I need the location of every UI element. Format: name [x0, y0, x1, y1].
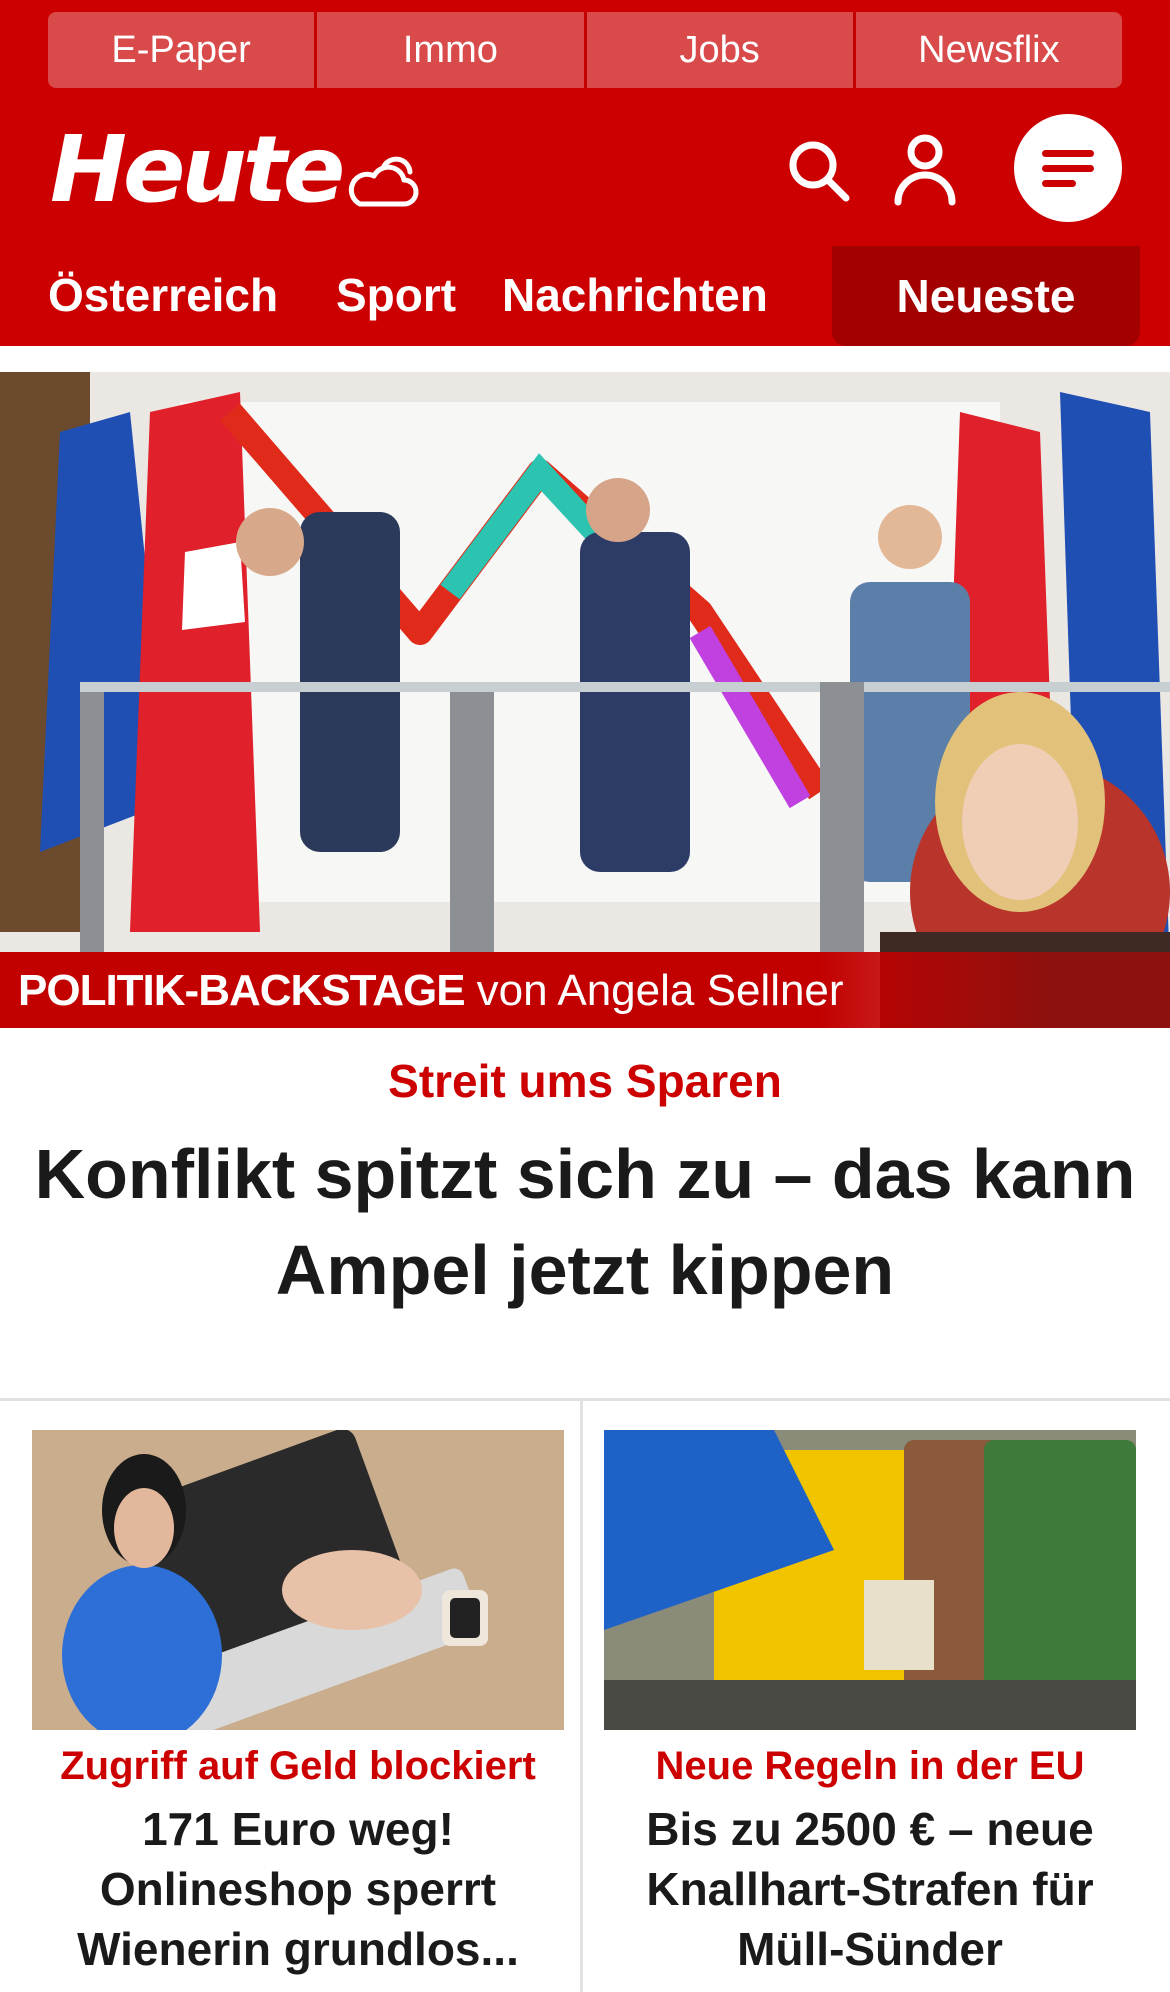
hero-banner-strong: POLITIK-BACKSTAGE: [18, 966, 466, 1015]
nav-item-neueste[interactable]: Neueste: [832, 246, 1140, 346]
cloud-sun-icon[interactable]: [344, 146, 424, 216]
article-card-title[interactable]: Bis zu 2500 € – neue Knallhart-Strafen f…: [604, 1799, 1136, 1979]
menu-button[interactable]: [1014, 114, 1122, 222]
nav-item-sport[interactable]: Sport: [336, 268, 456, 322]
article-card-kicker: Zugriff auf Geld blockiert: [60, 1744, 536, 1788]
menu-icon: [1042, 150, 1094, 157]
service-nav-immo[interactable]: Immo: [317, 12, 587, 88]
hero-kicker: Streit ums Sparen: [388, 1055, 782, 1107]
menu-icon-bar: [1042, 165, 1094, 172]
article-card-kicker: Neue Regeln in der EU: [655, 1744, 1085, 1788]
main-nav: Österreich Sport Nachrichten Neueste: [0, 246, 1170, 346]
article-card-1[interactable]: Zugriff auf Geld blockiert 171 Euro weg!…: [32, 1430, 564, 1979]
site-header: E-Paper Immo Jobs Newsflix Heute Österre…: [0, 0, 1170, 346]
article-card-title[interactable]: 171 Euro weg! Onlineshop sperrt Wienerin…: [32, 1799, 564, 1979]
search-icon[interactable]: [784, 136, 854, 206]
heute-logo[interactable]: Heute: [50, 124, 345, 216]
article-card-photo: [604, 1430, 1136, 1730]
hero-banner-author: von Angela Sellner: [476, 966, 844, 1015]
brand-row: Heute: [0, 100, 1170, 240]
article-card-image: [32, 1430, 564, 1730]
hero-article-image[interactable]: POLITIK-BACKSTAGE von Angela Sellner: [0, 372, 1170, 1028]
hero-headline[interactable]: Konflikt spitzt sich zu – das kann Ampel…: [20, 1126, 1150, 1318]
service-nav: E-Paper Immo Jobs Newsflix: [48, 12, 1122, 88]
article-card-image: [604, 1430, 1136, 1730]
column-divider: [580, 1400, 583, 1992]
hero-banner-label: POLITIK-BACKSTAGE von Angela Sellner: [18, 966, 844, 1016]
article-card-2[interactable]: Neue Regeln in der EU Bis zu 2500 € – ne…: [604, 1430, 1136, 1979]
service-nav-epaper[interactable]: E-Paper: [48, 12, 318, 88]
nav-item-nachrichten[interactable]: Nachrichten: [502, 268, 768, 322]
section-divider: [0, 1398, 1170, 1401]
article-card-photo: [32, 1430, 564, 1730]
service-nav-newsflix[interactable]: Newsflix: [855, 12, 1122, 88]
menu-icon-bar: [1042, 180, 1076, 187]
nav-item-oesterreich[interactable]: Österreich: [48, 268, 278, 322]
service-nav-jobs[interactable]: Jobs: [586, 12, 856, 88]
user-icon[interactable]: [890, 132, 960, 206]
hero-photo: [0, 372, 1170, 1028]
